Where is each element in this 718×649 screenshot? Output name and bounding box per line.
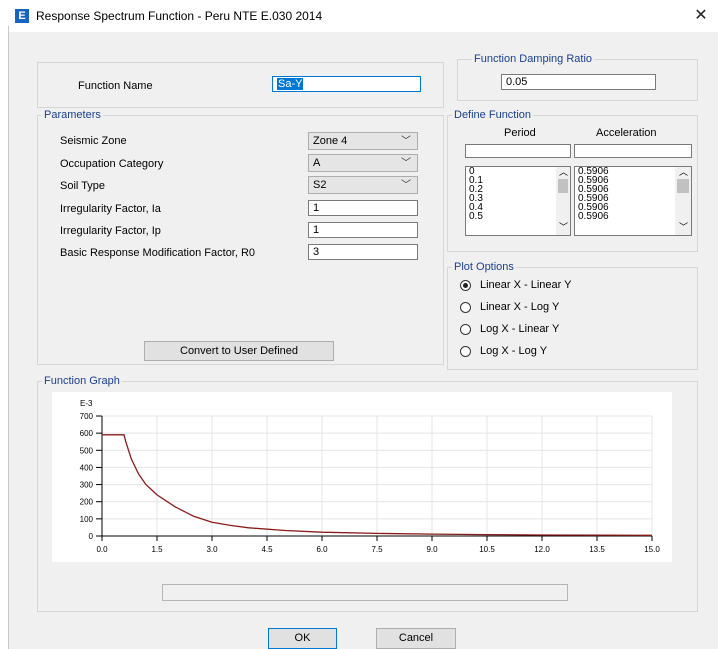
plot-options-group-label: Plot Options: [452, 261, 516, 273]
background-window-edge: [0, 26, 9, 649]
chart-area: E-3 700 600 500 400 300 200 100 0 0.0 1.5 3.0 4.5 6.0…: [52, 392, 672, 562]
plot-options-group: Plot Options Linear X - Linear Y Linear …: [447, 261, 698, 370]
title-bar: E Response Spectrum Function - Peru NTE …: [0, 0, 718, 32]
response-spectrum-chart: E-3 700 600 500 400 300 200 100 00.0 1.5 3.0 4.5 6.0…: [80, 399, 661, 554]
scroll-thumb[interactable]: [677, 179, 689, 193]
plot-option-log-log[interactable]: Log X - Log Y: [460, 345, 660, 359]
r0-field[interactable]: 3: [308, 244, 418, 260]
radio-button[interactable]: [460, 280, 471, 291]
chevron-up-icon[interactable]: ︿: [559, 168, 568, 177]
chevron-down-icon: ﹀: [401, 180, 411, 191]
x-tick-label: 12.0: [534, 545, 550, 554]
function-graph-group: Function Graph E-3 700 600 500 400 300 200 100 0…: [37, 375, 698, 612]
chevron-down-icon: ﹀: [401, 136, 411, 147]
ok-button[interactable]: OK: [268, 628, 337, 649]
function-name-group: Function Name Sa-Y: [37, 62, 444, 108]
seismic-zone-value: Zone 4: [313, 135, 348, 147]
plot-option-log-linear[interactable]: Log X - Linear Y: [460, 323, 660, 337]
list-item[interactable]: 0.1: [469, 176, 567, 186]
r0-label: Basic Response Modification Factor, R0: [60, 247, 256, 259]
irregularity-ip-label: Irregularity Factor, Ip: [60, 225, 161, 237]
plot-option-label: Linear X - Linear Y: [480, 279, 572, 291]
damping-ratio-field[interactable]: 0.05: [501, 74, 656, 90]
chevron-down-icon[interactable]: ﹀: [679, 223, 688, 232]
x-tick-label: 13.5: [589, 545, 605, 554]
acceleration-column-header: Acceleration: [596, 127, 657, 139]
seismic-zone-label: Seismic Zone: [60, 135, 127, 147]
soil-type-label: Soil Type: [60, 180, 106, 192]
chevron-down-icon: ﹀: [401, 158, 411, 169]
chevron-down-icon[interactable]: ﹀: [559, 223, 568, 232]
plot-option-linear-log[interactable]: Linear X - Log Y: [460, 301, 660, 315]
define-function-group: Define Function Period Acceleration 0 0.…: [447, 109, 698, 252]
parameters-group-label: Parameters: [42, 109, 103, 121]
function-name-field[interactable]: Sa-Y: [272, 76, 421, 92]
y-multiplier-label: E-3: [80, 399, 93, 408]
plot-option-label: Log X - Linear Y: [480, 323, 560, 335]
x-tick-label: 3.0: [206, 545, 218, 554]
acceleration-scrollbar[interactable]: ︿ ﹀: [675, 167, 691, 235]
damping-group: Function Damping Ratio 0.05: [457, 53, 698, 101]
cancel-button[interactable]: Cancel: [376, 628, 456, 649]
x-tick-label: 6.0: [316, 545, 328, 554]
period-list[interactable]: 0 0.1 0.2 0.3 0.4 0.5 ︿ ﹀: [465, 166, 571, 236]
y-tick-label: 100: [80, 515, 94, 524]
y-tick-label: 400: [80, 463, 94, 472]
y-tick-label: 500: [80, 446, 94, 455]
y-tick-label: 600: [80, 429, 94, 438]
x-tick-label: 1.5: [151, 545, 163, 554]
function-name-value: Sa-Y: [277, 78, 304, 90]
define-function-group-label: Define Function: [452, 109, 534, 121]
occupation-category-value: A: [313, 157, 321, 169]
dialog-body: Function Name Sa-Y Function Damping Rati…: [9, 32, 718, 649]
x-tick-label: 10.5: [479, 545, 495, 554]
list-item[interactable]: 0: [469, 167, 567, 177]
period-column-header: Period: [504, 127, 536, 139]
x-tick-label: 0.0: [96, 545, 108, 554]
app-icon: E: [15, 9, 29, 23]
acceleration-input[interactable]: [574, 144, 692, 158]
radio-button[interactable]: [460, 324, 471, 335]
irregularity-ia-label: Irregularity Factor, Ia: [60, 203, 161, 215]
list-item[interactable]: 0.2: [469, 185, 567, 195]
x-tick-label: 4.5: [261, 545, 273, 554]
parameters-group: Parameters Seismic Zone Zone 4 ﹀ Occupat…: [37, 109, 444, 365]
plot-option-label: Log X - Log Y: [480, 345, 548, 357]
x-tick-label: 9.0: [426, 545, 438, 554]
scroll-thumb[interactable]: [558, 179, 568, 193]
close-icon[interactable]: ✕: [690, 5, 712, 27]
irregularity-ip-field[interactable]: 1: [308, 222, 418, 238]
damping-group-label: Function Damping Ratio: [472, 53, 595, 65]
soil-type-value: S2: [313, 179, 327, 191]
y-tick-label: 300: [80, 481, 94, 490]
seismic-zone-select[interactable]: Zone 4 ﹀: [308, 132, 418, 150]
horizontal-scrollbar[interactable]: [162, 584, 568, 601]
period-scrollbar[interactable]: ︿ ﹀: [556, 167, 570, 235]
convert-to-user-defined-button[interactable]: Convert to User Defined: [144, 341, 334, 361]
list-item[interactable]: 0.4: [469, 203, 567, 213]
list-item[interactable]: 0.3: [469, 194, 567, 204]
plot-option-linear-linear[interactable]: Linear X - Linear Y: [460, 279, 660, 293]
y-tick-label: 700: [80, 412, 94, 421]
list-item[interactable]: 0.5: [469, 212, 567, 222]
x-tick-label: 7.5: [371, 545, 383, 554]
chevron-up-icon[interactable]: ︿: [679, 168, 688, 177]
acceleration-list[interactable]: 0.5906 0.5906 0.5906 0.5906 0.5906 0.590…: [574, 166, 692, 236]
radio-button[interactable]: [460, 302, 471, 313]
period-input[interactable]: [465, 144, 571, 158]
soil-type-select[interactable]: S2 ﹀: [308, 176, 418, 194]
function-name-label: Function Name: [78, 80, 153, 92]
y-tick-label: 200: [80, 498, 94, 507]
x-tick-label: 15.0: [644, 545, 660, 554]
irregularity-ia-field[interactable]: 1: [308, 200, 418, 216]
occupation-category-select[interactable]: A ﹀: [308, 154, 418, 172]
y-tick-label: 0: [89, 532, 94, 541]
occupation-category-label: Occupation Category: [60, 158, 164, 170]
radio-button[interactable]: [460, 346, 471, 357]
window-title: Response Spectrum Function - Peru NTE E.…: [36, 9, 323, 23]
function-graph-group-label: Function Graph: [42, 375, 122, 387]
list-item[interactable]: 0.5906: [578, 212, 688, 222]
plot-option-label: Linear X - Log Y: [480, 301, 560, 313]
